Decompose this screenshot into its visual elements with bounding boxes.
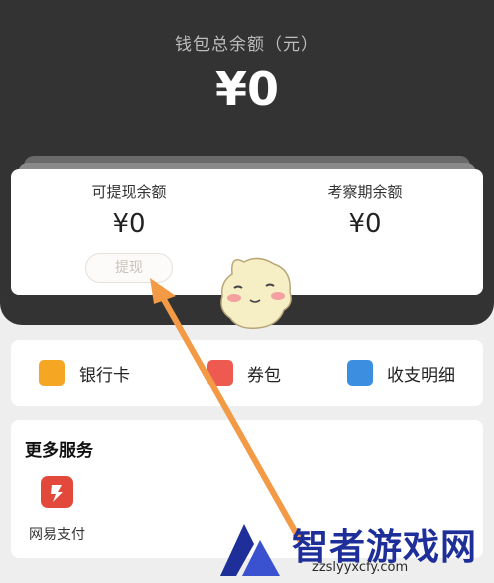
withdrawable-amount: ¥0 <box>112 209 146 239</box>
bank-card-button[interactable]: 银行卡 <box>39 358 130 388</box>
probation-amount: ¥0 <box>348 209 382 239</box>
services-title: 更多服务 <box>25 441 93 461</box>
wallet-total-amount: ¥0 <box>214 62 279 116</box>
watermark-logo-icon <box>220 524 280 576</box>
coupon-icon <box>207 360 233 386</box>
statement-icon <box>347 360 373 386</box>
watermark-url: zzslyyxcfy.com <box>312 560 409 575</box>
bank-card-label: 银行卡 <box>79 365 130 386</box>
netease-pay-icon <box>41 476 73 508</box>
withdraw-button[interactable]: 提现 <box>85 253 173 283</box>
statement-button[interactable]: 收支明细 <box>347 358 455 388</box>
netease-pay-label: 网易支付 <box>29 527 85 543</box>
probation-label: 考察期余额 <box>327 183 403 201</box>
wallet-total-label: 钱包总余额（元） <box>175 35 319 55</box>
quick-actions-bar: 银行卡 券包 收支明细 <box>11 340 483 406</box>
coupon-label: 券包 <box>247 365 281 386</box>
coupon-button[interactable]: 券包 <box>207 358 281 388</box>
statement-label: 收支明细 <box>387 365 455 386</box>
netease-pay-item[interactable]: 网易支付 <box>27 476 87 544</box>
bank-card-icon <box>39 360 65 386</box>
withdrawable-label: 可提现余额 <box>91 183 167 201</box>
mascot-sticker <box>220 257 292 330</box>
